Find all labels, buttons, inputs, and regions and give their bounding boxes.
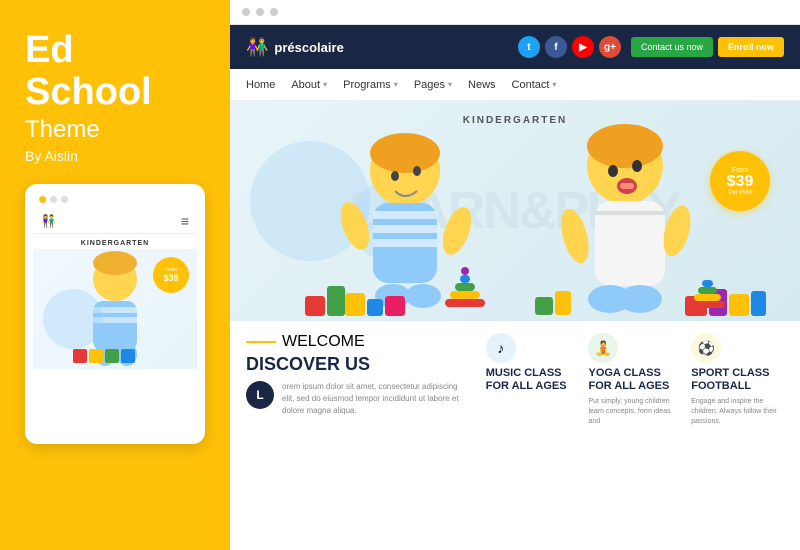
menu-pages[interactable]: Pages▾	[414, 79, 452, 91]
author: By Aislin	[25, 148, 205, 164]
sport-icon: ⚽	[691, 333, 721, 363]
discover-title: DISCOVER US	[246, 355, 470, 375]
mockup-circle	[43, 289, 103, 349]
site-navbar: 👫 préscolaire t f ▶ g+ Contact us now En…	[230, 25, 800, 69]
welcome-label: WELCOME	[282, 333, 365, 351]
logo-icon: 👫	[246, 37, 268, 58]
chrome-dot-2	[256, 8, 264, 16]
hero-price-per: Per child	[728, 190, 751, 196]
yoga-title: YOGA CLASS FOR ALL AGES	[588, 367, 681, 393]
googleplus-btn[interactable]: g+	[599, 36, 621, 58]
mockup-hero-img: From $39	[33, 249, 197, 369]
site-bottom: WELCOME DISCOVER US L orem ipsum dolor s…	[230, 321, 800, 550]
music-icon: ♪	[486, 333, 516, 363]
contact-button[interactable]: Contact us now	[631, 37, 713, 57]
mockup-nav: 👫 ≡	[33, 209, 197, 234]
hero-price-badge: From $39 Per child	[710, 151, 770, 211]
menu-about[interactable]: About▾	[291, 79, 327, 91]
mockup-dots	[33, 192, 197, 209]
welcome-line	[246, 341, 276, 343]
left-title: Ed School Theme By Aislin	[25, 30, 205, 164]
welcome-section: WELCOME DISCOVER US L orem ipsum dolor s…	[246, 333, 470, 547]
left-panel: Ed School Theme By Aislin 👫 ≡ KINDERGART…	[0, 0, 230, 550]
yoga-text: Put simply, young children learn concept…	[588, 397, 681, 426]
welcome-tag: WELCOME	[246, 333, 470, 351]
chrome-dot-3	[270, 8, 278, 16]
menu-contact[interactable]: Contact▾	[512, 79, 557, 91]
hero-price-amount: $39	[727, 174, 754, 190]
welcome-body: L orem ipsum dolor sit amet, consectetur…	[246, 381, 470, 417]
site-logo: 👫 préscolaire	[246, 37, 518, 58]
mockup-logo: 👫	[41, 214, 56, 228]
twitter-btn[interactable]: t	[518, 36, 540, 58]
welcome-initial: L	[246, 381, 274, 409]
menu-programs[interactable]: Programs▾	[343, 79, 398, 91]
logo-text: préscolaire	[274, 40, 343, 55]
feature-card-sport: ⚽ SPORT CLASS FOOTBALL Engage and inspir…	[691, 333, 784, 547]
feature-card-yoga: 🧘 YOGA CLASS FOR ALL AGES Put simply, yo…	[588, 333, 681, 547]
mockup-menu-icon: ≡	[181, 213, 189, 229]
mockup-dot-3	[61, 196, 68, 203]
feature-cards: ♪ MUSIC CLASS FOR ALL AGES 🧘 YOGA CLASS …	[486, 333, 784, 547]
mockup-price-badge: From $39	[153, 257, 189, 293]
welcome-text: orem ipsum dolor sit amet, consectetur a…	[282, 381, 470, 417]
mockup-dot-1	[39, 196, 46, 203]
title-line2: School	[25, 71, 152, 113]
menu-news[interactable]: News	[468, 79, 496, 91]
nav-social: t f ▶ g+	[518, 36, 621, 58]
site-hero: KINDERGARTEN LEARN&PLAY	[230, 101, 800, 321]
mockup-hero-label: KINDERGARTEN	[33, 240, 197, 247]
title-line1: Ed	[25, 29, 74, 71]
yoga-icon: 🧘	[588, 333, 618, 363]
mockup-price-amount: $39	[163, 273, 178, 283]
feature-card-music: ♪ MUSIC CLASS FOR ALL AGES	[486, 333, 579, 547]
sport-text: Engage and inspire the children. Always …	[691, 397, 784, 426]
right-panel: 👫 préscolaire t f ▶ g+ Contact us now En…	[230, 0, 800, 550]
chrome-dot-1	[242, 8, 250, 16]
browser-chrome	[230, 0, 800, 25]
sport-title: SPORT CLASS FOOTBALL	[691, 367, 784, 393]
youtube-btn[interactable]: ▶	[572, 36, 594, 58]
menu-home[interactable]: Home	[246, 79, 275, 91]
music-title: MUSIC CLASS FOR ALL AGES	[486, 367, 579, 393]
enroll-button[interactable]: Enroll now	[718, 37, 784, 57]
menu-bar: Home About▾ Programs▾ Pages▾ News Contac…	[230, 69, 800, 101]
mobile-mockup: 👫 ≡ KINDERGARTEN	[25, 184, 205, 444]
facebook-btn[interactable]: f	[545, 36, 567, 58]
subtitle: Theme	[25, 116, 205, 144]
hero-children-svg	[230, 111, 800, 321]
mockup-dot-2	[50, 196, 57, 203]
